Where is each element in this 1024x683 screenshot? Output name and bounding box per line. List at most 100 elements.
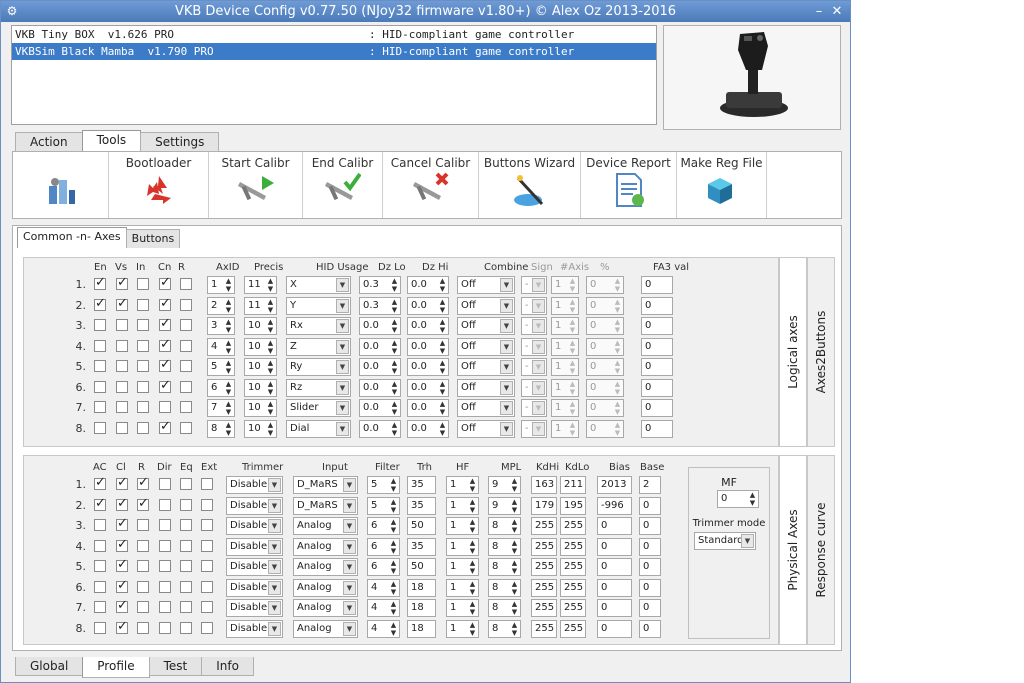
logical-axid-spinner[interactable]: 8 ▲ ▼ <box>207 419 235 438</box>
chevron-down-icon[interactable]: ▼ <box>336 380 349 395</box>
physical-input-select[interactable]: Analog ▼ <box>293 578 358 597</box>
logical-precis-spinner[interactable]: 10 ▲ ▼ <box>244 419 277 438</box>
logical-dzhi-spinner[interactable]: 0.0 ▲ ▼ <box>407 317 449 335</box>
chevron-down-icon[interactable]: ▼ <box>336 278 349 292</box>
bottom-tab-global[interactable]: Global <box>15 657 84 676</box>
physical-ext-checkbox[interactable] <box>201 539 213 552</box>
logical-dzlo-spinner[interactable]: 0.0 ▲ ▼ <box>359 378 401 397</box>
physical-ac-checkbox[interactable] <box>94 560 106 572</box>
chevron-down-icon[interactable]: ▼ <box>500 319 513 333</box>
physical-base-field[interactable]: 0 <box>639 578 661 597</box>
logical-fa3-field[interactable]: 0 <box>641 276 673 294</box>
logical-dzlo-spinner[interactable]: 0.0 ▲ ▼ <box>359 317 401 335</box>
chevron-down-icon[interactable]: ▼ <box>500 298 513 313</box>
physical-kdhi-field[interactable]: 255 <box>531 578 557 597</box>
physical-trh-field[interactable]: 50 <box>407 558 436 576</box>
logical-r-checkbox[interactable] <box>180 319 192 331</box>
physical-eq-checkbox[interactable] <box>180 601 192 613</box>
chevron-down-icon[interactable]: ▼ <box>500 380 513 395</box>
physical-ac-checkbox[interactable] <box>94 621 106 634</box>
physical-r-checkbox[interactable] <box>137 621 149 634</box>
logical-precis-spinner[interactable]: 10 ▲ ▼ <box>244 317 277 335</box>
chevron-down-icon[interactable]: ▼ <box>500 339 513 354</box>
logical-axid-spinner[interactable]: 5 ▲ ▼ <box>207 358 235 376</box>
tab-response-curve[interactable]: Response curve <box>807 455 835 645</box>
physical-dir-checkbox[interactable] <box>159 580 171 593</box>
physical-mpl-spinner[interactable]: 9 ▲ ▼ <box>488 496 521 515</box>
tab-physical-axes[interactable]: Physical Axes <box>779 455 807 645</box>
bottom-tab-test[interactable]: Test <box>148 657 203 676</box>
logical-precis-spinner[interactable]: 11 ▲ ▼ <box>244 296 277 315</box>
physical-ext-checkbox[interactable] <box>201 478 213 490</box>
physical-input-select[interactable]: Analog ▼ <box>293 517 358 535</box>
logical-dzlo-spinner[interactable]: 0.3 ▲ ▼ <box>359 296 401 315</box>
physical-ext-checkbox[interactable] <box>201 601 213 613</box>
logical-fa3-field[interactable]: 0 <box>641 378 673 397</box>
close-button[interactable]: ✕ <box>828 1 846 22</box>
physical-ac-checkbox[interactable] <box>94 580 106 593</box>
physical-base-field[interactable]: 0 <box>639 619 661 638</box>
chevron-down-icon[interactable]: ▼ <box>336 319 349 333</box>
physical-trimmer-select[interactable]: Disable ▼ <box>226 558 283 576</box>
logical-precis-spinner[interactable]: 10 ▲ ▼ <box>244 337 277 356</box>
chevron-down-icon[interactable]: ▼ <box>343 601 356 615</box>
physical-kdhi-field[interactable]: 255 <box>531 537 557 556</box>
logical-hid-usage-select[interactable]: Ry ▼ <box>286 358 351 376</box>
logical-cn-checkbox[interactable] <box>159 419 171 434</box>
chevron-down-icon[interactable]: ▼ <box>343 560 356 574</box>
physical-trh-field[interactable]: 35 <box>407 537 436 556</box>
physical-kdlo-field[interactable]: 211 <box>560 476 586 494</box>
physical-input-select[interactable]: D_MaRS ▼ <box>293 476 358 494</box>
physical-trh-field[interactable]: 18 <box>407 578 436 597</box>
logical-en-checkbox[interactable] <box>94 401 106 413</box>
physical-eq-checkbox[interactable] <box>180 539 192 552</box>
physical-trimmer-select[interactable]: Disable ▼ <box>226 517 283 535</box>
tool-config-button[interactable] <box>13 152 109 218</box>
physical-eq-checkbox[interactable] <box>180 519 192 531</box>
chevron-down-icon[interactable]: ▼ <box>268 539 281 554</box>
logical-hid-usage-select[interactable]: X ▼ <box>286 276 351 294</box>
logical-dzlo-spinner[interactable]: 0.0 ▲ ▼ <box>359 419 401 438</box>
logical-dzhi-spinner[interactable]: 0.0 ▲ ▼ <box>407 337 449 356</box>
physical-trimmer-select[interactable]: Disable ▼ <box>226 599 283 617</box>
device-list[interactable]: VKB Tiny BOX v1.626 PRO: HID-compliant g… <box>11 25 657 125</box>
logical-vs-checkbox[interactable] <box>116 380 128 393</box>
logical-hid-usage-select[interactable]: Dial ▼ <box>286 419 351 438</box>
physical-mpl-spinner[interactable]: 9 ▲ ▼ <box>488 476 521 494</box>
logical-combine-select[interactable]: Off ▼ <box>457 358 515 376</box>
logical-fa3-field[interactable]: 0 <box>641 337 673 356</box>
physical-base-field[interactable]: 0 <box>639 599 661 617</box>
logical-axid-spinner[interactable]: 1 ▲ ▼ <box>207 276 235 294</box>
logical-fa3-field[interactable]: 0 <box>641 358 673 376</box>
physical-hf-spinner[interactable]: 1 ▲ ▼ <box>446 619 479 638</box>
tab-logical-axes[interactable]: Logical axes <box>779 257 807 447</box>
logical-en-checkbox[interactable] <box>94 275 106 290</box>
logical-hid-usage-select[interactable]: Rx ▼ <box>286 317 351 335</box>
trimmer-mode-select[interactable]: Standard ▼ <box>694 532 756 550</box>
physical-bias-field[interactable]: 2013 <box>597 476 632 494</box>
chevron-down-icon[interactable]: ▼ <box>268 560 281 574</box>
tool-end-calibr-button[interactable]: End Calibr <box>303 152 383 218</box>
logical-cn-checkbox[interactable] <box>159 357 171 372</box>
physical-trimmer-select[interactable]: Disable ▼ <box>226 476 283 494</box>
logical-in-checkbox[interactable] <box>137 380 149 393</box>
physical-hf-spinner[interactable]: 1 ▲ ▼ <box>446 537 479 556</box>
physical-trimmer-select[interactable]: Disable ▼ <box>226 619 283 638</box>
physical-mpl-spinner[interactable]: 8 ▲ ▼ <box>488 619 521 638</box>
chevron-down-icon[interactable]: ▼ <box>343 478 356 492</box>
physical-filter-spinner[interactable]: 6 ▲ ▼ <box>367 558 400 576</box>
logical-combine-select[interactable]: Off ▼ <box>457 399 515 417</box>
physical-dir-checkbox[interactable] <box>159 621 171 634</box>
chevron-down-icon[interactable]: ▼ <box>268 601 281 615</box>
physical-base-field[interactable]: 0 <box>639 558 661 576</box>
physical-trh-field[interactable]: 35 <box>407 476 436 494</box>
chevron-down-icon[interactable]: ▼ <box>500 401 513 415</box>
logical-dzlo-spinner[interactable]: 0.3 ▲ ▼ <box>359 276 401 294</box>
physical-trh-field[interactable]: 18 <box>407 599 436 617</box>
physical-dir-checkbox[interactable] <box>159 478 171 490</box>
physical-trh-field[interactable]: 18 <box>407 619 436 638</box>
logical-dzhi-spinner[interactable]: 0.0 ▲ ▼ <box>407 399 449 417</box>
physical-mpl-spinner[interactable]: 8 ▲ ▼ <box>488 599 521 617</box>
tool-bootloader-button[interactable]: Bootloader <box>109 152 209 218</box>
logical-r-checkbox[interactable] <box>180 421 192 434</box>
